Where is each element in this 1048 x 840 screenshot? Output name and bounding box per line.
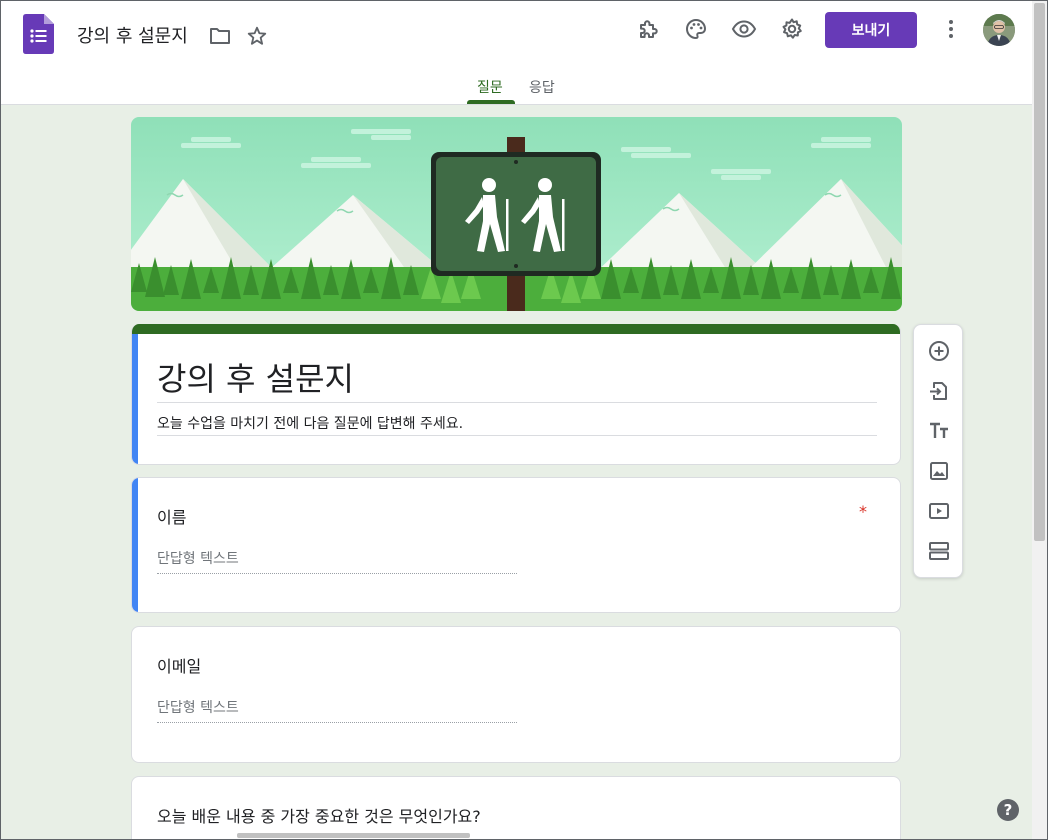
divider (157, 435, 877, 436)
add-video-icon[interactable] (926, 498, 952, 524)
horizontal-scrollbar-thumb[interactable] (237, 833, 470, 838)
question-title[interactable]: 이름 (157, 504, 186, 528)
vertical-scrollbar[interactable] (1032, 1, 1047, 839)
preview-eye-icon[interactable] (730, 15, 758, 43)
settings-gear-icon[interactable] (778, 15, 806, 43)
add-question-icon[interactable] (926, 338, 952, 364)
answer-underline (157, 573, 517, 574)
theme-color-bar (132, 324, 900, 334)
top-app-bar: 강의 후 설문지 보내기 질문 응답 (1, 1, 1032, 105)
form-title-card[interactable]: 강의 후 설문지 오늘 수업을 마치기 전에 다음 질문에 답변해 주세요. (131, 324, 901, 465)
scrollbar-thumb[interactable] (1034, 3, 1045, 541)
add-image-icon[interactable] (926, 458, 952, 484)
question-title[interactable]: 이메일 (157, 653, 201, 677)
required-asterisk: * (859, 502, 867, 521)
focus-indicator (132, 478, 138, 612)
question-card-name[interactable]: 이름 * 단답형 텍스트 (131, 477, 901, 613)
star-icon[interactable] (245, 24, 269, 48)
add-section-icon[interactable] (926, 538, 952, 564)
tab-responses[interactable]: 응답 (529, 77, 555, 97)
floating-toolbar (913, 324, 963, 578)
divider (157, 402, 877, 403)
more-vert-icon[interactable] (937, 15, 965, 43)
palette-icon[interactable] (682, 15, 710, 43)
header-banner-image (131, 117, 902, 311)
short-answer-placeholder: 단답형 텍스트 (157, 700, 239, 716)
question-card-important[interactable]: 오늘 배운 내용 중 가장 중요한 것은 무엇인가요? (131, 776, 901, 840)
tab-questions[interactable]: 질문 (477, 77, 503, 97)
short-answer-placeholder: 단답형 텍스트 (157, 551, 239, 567)
addon-puzzle-icon[interactable] (634, 15, 662, 43)
form-description[interactable]: 오늘 수업을 마치기 전에 다음 질문에 답변해 주세요. (157, 413, 463, 433)
help-icon[interactable]: ? (997, 799, 1019, 821)
send-button[interactable]: 보내기 (825, 12, 917, 48)
document-title[interactable]: 강의 후 설문지 (77, 22, 188, 48)
question-title[interactable]: 오늘 배운 내용 중 가장 중요한 것은 무엇인가요? (157, 803, 481, 827)
avatar[interactable] (983, 14, 1015, 46)
import-questions-icon[interactable] (926, 378, 952, 404)
focus-indicator (132, 334, 138, 464)
folder-icon[interactable] (208, 24, 232, 48)
answer-underline (157, 722, 517, 723)
forms-logo-icon[interactable] (23, 14, 54, 54)
add-title-icon[interactable] (926, 418, 952, 444)
form-title[interactable]: 강의 후 설문지 (157, 354, 354, 400)
active-tab-indicator (467, 100, 515, 104)
question-card-email[interactable]: 이메일 단답형 텍스트 (131, 626, 901, 763)
